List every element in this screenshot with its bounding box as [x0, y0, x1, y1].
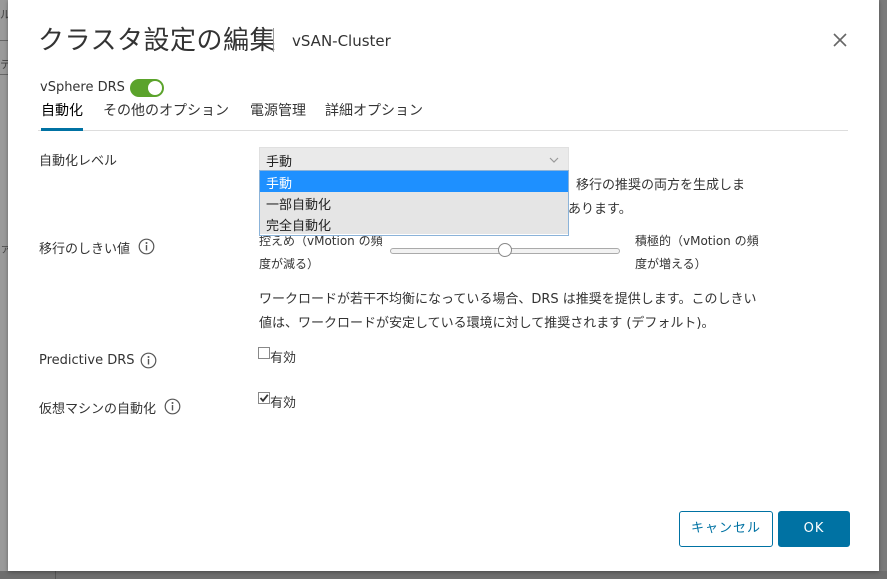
slider-thumb[interactable]: [498, 243, 512, 257]
cancel-button[interactable]: キャンセル: [679, 511, 773, 547]
dialog-subtitle: vSAN-Cluster: [292, 32, 391, 50]
tab-power-management[interactable]: 電源管理: [250, 101, 306, 131]
migration-threshold-label: 移行のしきい値: [39, 242, 131, 257]
background-divider: [55, 571, 56, 579]
info-icon[interactable]: [140, 352, 157, 369]
predictive-drs-checkbox-label: 有効: [270, 351, 297, 366]
automation-description-line: あります。: [568, 202, 632, 217]
automation-level-value: 手動: [266, 155, 293, 170]
background-divider: [0, 40, 8, 41]
background-bottom-bar: [0, 571, 887, 579]
tab-other-options[interactable]: その他のオプション: [103, 101, 229, 131]
chevron-down-icon: [549, 157, 559, 163]
automation-level-select[interactable]: 手動: [259, 147, 569, 171]
title-separator: [273, 28, 274, 52]
vm-automation-checkbox[interactable]: [258, 392, 270, 404]
background-panel-strip: [0, 0, 8, 579]
option-partially-automated[interactable]: 一部自動化: [260, 192, 568, 213]
automation-description-line: 移行の推奨の両方を生成しま: [576, 178, 746, 193]
vm-automation-checkbox-label: 有効: [270, 396, 297, 411]
slider-aggressive-label: 積極的（vMotion の頻: [635, 234, 759, 248]
edit-cluster-settings-dialog: クラスタ設定の編集 vSAN-Cluster vSphere DRS 自動化 そ…: [8, 0, 879, 571]
info-icon[interactable]: [164, 398, 181, 415]
ok-button[interactable]: OK: [778, 511, 850, 547]
background-divider: [0, 74, 8, 75]
option-manual[interactable]: 手動: [260, 171, 568, 192]
automation-level-dropdown: 手動 一部自動化 完全自動化: [259, 170, 569, 236]
close-button[interactable]: [828, 28, 852, 52]
checkmark-icon: [259, 394, 269, 403]
threshold-description: 値は、ワークロードが安定している環境に対して推奨されます (デフォルト)。: [259, 316, 715, 331]
slider-conservative-label: 度が減る）: [259, 257, 320, 271]
tab-advanced-options[interactable]: 詳細オプション: [325, 101, 423, 131]
drs-label: vSphere DRS: [40, 80, 125, 95]
predictive-drs-label: Predictive DRS: [39, 353, 135, 368]
info-icon[interactable]: [138, 238, 155, 255]
predictive-drs-checkbox[interactable]: [258, 347, 270, 359]
toggle-knob: [148, 81, 162, 95]
vm-automation-label: 仮想マシンの自動化: [39, 402, 157, 417]
tab-bar: 自動化 その他のオプション 電源管理 詳細オプション: [38, 101, 848, 131]
drs-toggle[interactable]: [130, 79, 164, 97]
slider-aggressive-label: 度が増える）: [635, 257, 707, 271]
automation-level-label: 自動化レベル: [39, 154, 118, 169]
threshold-description: ワークロードが若干不均衡になっている場合、DRS は推奨を提供します。このしきい: [259, 292, 757, 307]
tab-automation[interactable]: 自動化: [41, 101, 83, 131]
option-fully-automated[interactable]: 完全自動化: [260, 213, 568, 234]
close-icon: [833, 33, 847, 47]
dialog-title: クラスタ設定の編集: [38, 26, 276, 56]
